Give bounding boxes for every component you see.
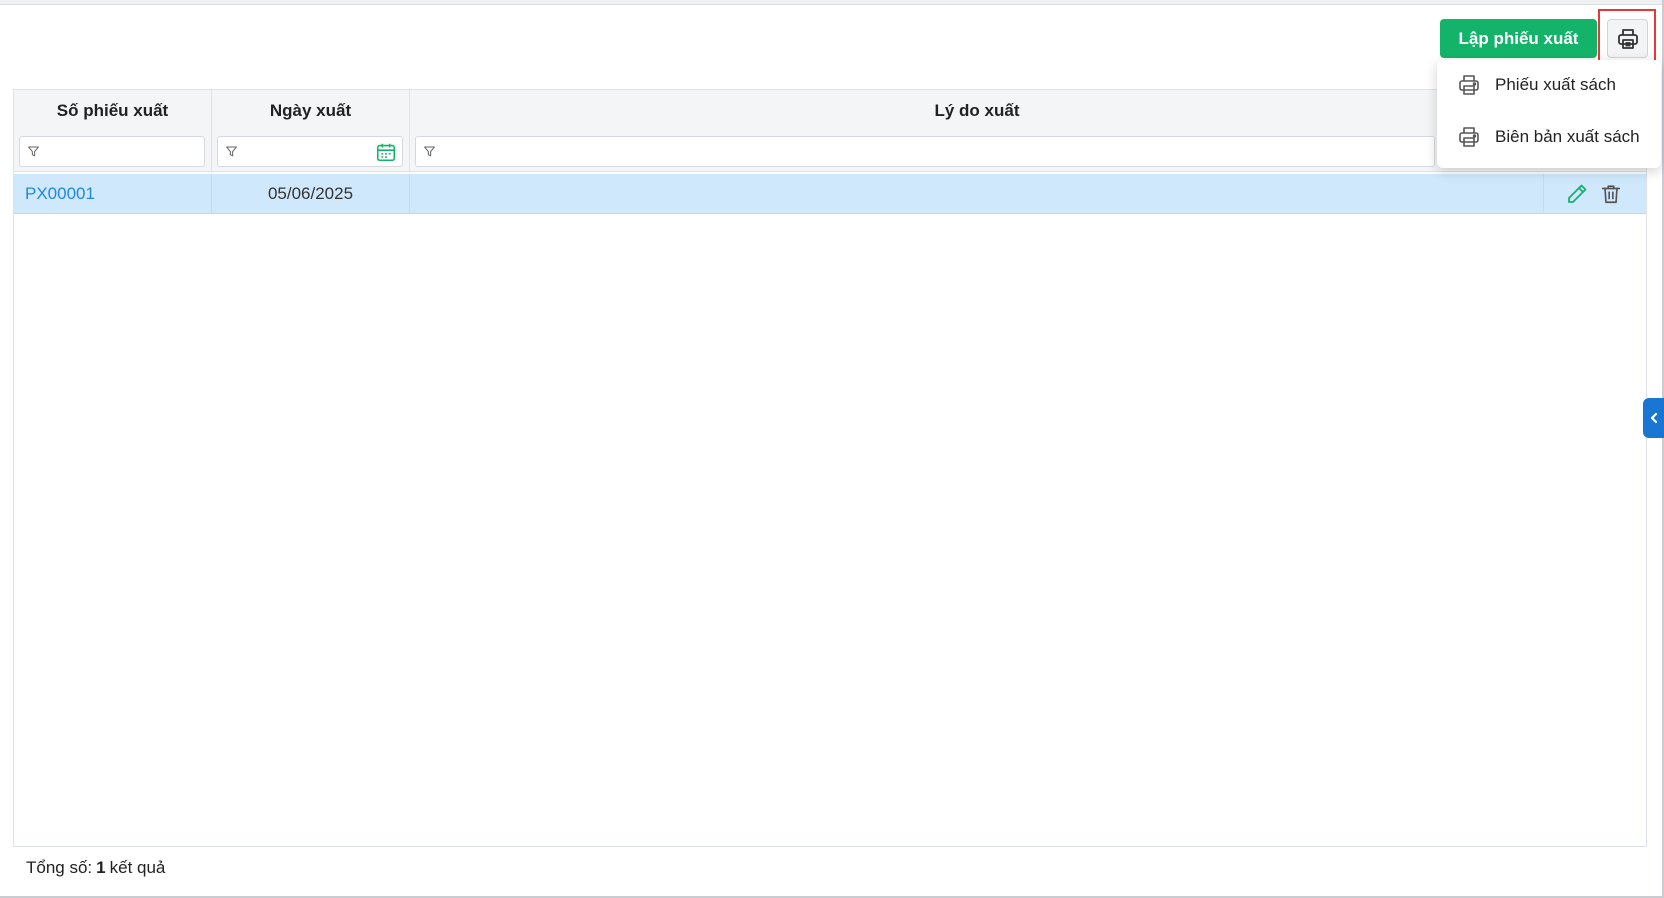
total-count: 1 — [96, 858, 106, 877]
result-summary: Tổng số: 1 kết quả — [26, 858, 165, 878]
export-date-filter[interactable] — [217, 136, 403, 167]
column-title: Ngày xuất — [269, 101, 352, 120]
print-menu-item-export-slip[interactable]: Phiếu xuất sách — [1437, 62, 1661, 108]
edit-icon[interactable] — [1564, 181, 1590, 207]
result-label: kết quả — [109, 858, 166, 877]
export-date-filter-input[interactable] — [244, 137, 370, 166]
filter-icon — [424, 146, 435, 157]
create-export-slip-button[interactable]: Lập phiếu xuất — [1440, 19, 1597, 58]
slip-number-filter-input[interactable] — [46, 137, 202, 166]
row-actions — [1544, 174, 1646, 214]
printer-icon — [1617, 28, 1638, 49]
print-menu-item-label: Phiếu xuất sách — [1495, 75, 1616, 94]
export-reason-filter-input[interactable] — [442, 137, 1422, 166]
printer-icon — [1455, 124, 1483, 150]
slip-number-link[interactable]: PX00001 — [14, 174, 212, 214]
chevron-left-icon — [1650, 412, 1657, 424]
table-row[interactable]: PX00001 05/06/2025 — [14, 174, 1646, 214]
window-top-edge — [0, 0, 1664, 5]
print-menu: Phiếu xuất sách Biên bản xuất sách — [1437, 60, 1661, 168]
trash-icon[interactable] — [1598, 181, 1624, 207]
column-export-date: Ngày xuất — [212, 90, 410, 172]
printer-icon — [1455, 72, 1483, 98]
export-reason-filter[interactable] — [415, 136, 1435, 167]
column-slip-number: Số phiếu xuất — [14, 90, 212, 172]
calendar-icon[interactable] — [375, 141, 397, 163]
print-menu-item-label: Biên bản xuất sách — [1495, 127, 1640, 146]
print-button[interactable] — [1607, 19, 1648, 58]
filter-icon — [226, 146, 237, 157]
export-date-cell: 05/06/2025 — [212, 174, 410, 214]
filter-icon — [28, 146, 39, 157]
export-slips-table: Số phiếu xuất Ngày xuất Lý do xuất PX000… — [13, 89, 1647, 847]
print-menu-item-export-report[interactable]: Biên bản xuất sách — [1437, 114, 1661, 160]
total-label: Tổng số: — [26, 858, 93, 877]
column-title: Lý do xuất — [934, 101, 1020, 120]
slip-number-filter[interactable] — [19, 136, 205, 167]
table-header: Số phiếu xuất Ngày xuất Lý do xuất — [14, 90, 1646, 172]
export-reason-cell — [410, 174, 1544, 214]
side-panel-toggle[interactable] — [1643, 398, 1664, 438]
column-title: Số phiếu xuất — [56, 101, 169, 120]
